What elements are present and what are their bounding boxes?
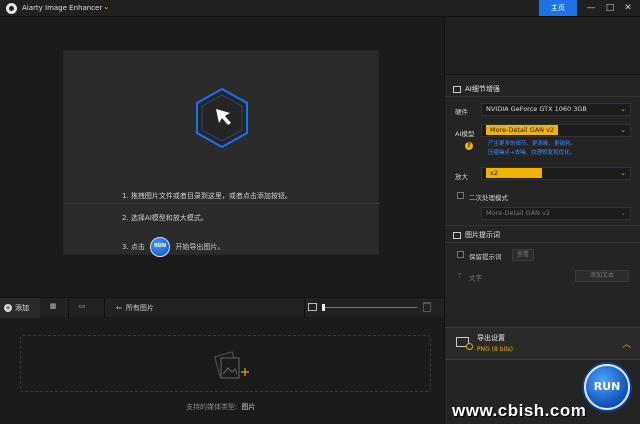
divider xyxy=(304,298,305,318)
divider xyxy=(68,298,69,318)
trash-icon[interactable] xyxy=(423,302,431,312)
chevron-down-icon: ⌄ xyxy=(620,209,626,217)
help-icon[interactable]: ? xyxy=(465,142,473,150)
step-3-prefix: 3. 点击 xyxy=(122,243,145,251)
keep-prompt-label: 保留提示词 xyxy=(469,253,502,261)
supported-media-value: 图片 xyxy=(241,403,256,411)
chevron-down-icon: ⌄ xyxy=(620,169,626,177)
ai-model-select[interactable]: More-Detail GAN v2 ⌄ xyxy=(481,124,631,137)
second-pass-checkbox[interactable] xyxy=(457,192,464,199)
all-images-nav[interactable]: ⇐ 所有图片 xyxy=(116,303,154,313)
view-button[interactable]: 查看 xyxy=(512,249,534,261)
hardware-select[interactable]: NVIDIA GeForce GTX 1060 3GB ⌄ xyxy=(481,103,631,116)
prompt-icon xyxy=(453,231,461,239)
export-title: 导出设置 xyxy=(477,334,505,342)
chevron-down-icon: ⌄ xyxy=(620,105,626,113)
all-images-label: 所有图片 xyxy=(125,304,154,312)
second-pass-select[interactable]: More-Detail GAN v2 ⌄ xyxy=(481,207,631,220)
divider xyxy=(445,242,640,243)
minimize-button[interactable]: — xyxy=(584,1,598,15)
upscale-label: 放大 xyxy=(455,173,468,181)
image-prompt-header: 图片提示词 xyxy=(453,230,500,240)
maximize-button[interactable]: □ xyxy=(603,1,617,15)
filmstrip-view-icon[interactable]: ▭ xyxy=(75,302,89,313)
export-format: PNG (8 bits) xyxy=(477,346,514,353)
divider xyxy=(445,225,640,226)
text-label: 文字 xyxy=(469,274,482,282)
model-description-2: 压缩噪点+去噪、纹理修复和优化。 xyxy=(488,150,576,156)
hardware-value: NVIDIA GeForce GTX 1060 3GB xyxy=(486,105,587,113)
text-icon: ⊤ xyxy=(457,272,463,280)
preview-pane xyxy=(445,17,640,75)
home-button[interactable]: 主页 xyxy=(539,0,577,16)
ai-model-value: More-Detail GAN v2 xyxy=(486,125,559,135)
upscale-select[interactable]: x2 ⌄ xyxy=(481,167,631,180)
divider xyxy=(104,298,105,318)
chevron-up-icon[interactable]: ︿ xyxy=(622,337,631,350)
ai-enhance-icon xyxy=(453,85,461,93)
export-icon xyxy=(456,337,473,350)
close-button[interactable]: ✕ xyxy=(621,1,635,15)
add-image-icon[interactable] xyxy=(209,350,249,382)
hardware-label: 硬件 xyxy=(455,108,468,116)
upscale-value: x2 xyxy=(486,168,542,178)
divider xyxy=(64,203,380,204)
add-text-button[interactable]: 添加文本 xyxy=(575,270,629,282)
ai-enhance-header: AI细节增强 xyxy=(453,84,500,94)
image-prompt-title: 图片提示词 xyxy=(465,231,500,239)
app-title: Aiarty Image Enhancer xyxy=(22,4,103,12)
chevron-down-icon: ⌄ xyxy=(620,126,626,134)
title-bar: Aiarty Image Enhancer ⌄ 主页 — □ ✕ xyxy=(0,0,640,17)
plus-icon: + xyxy=(4,304,12,312)
image-icon xyxy=(308,303,317,311)
step-3-suffix: 开始导出图片。 xyxy=(175,243,225,251)
second-pass-value: More-Detail GAN v2 xyxy=(486,209,551,217)
app-logo-icon xyxy=(6,3,17,14)
add-button-label: 添加 xyxy=(15,304,29,312)
zoom-slider-handle[interactable] xyxy=(322,304,325,311)
run-mini-icon: RUN xyxy=(150,237,171,257)
export-settings[interactable]: 导出设置 PNG (8 bits) ︿ xyxy=(445,327,640,360)
divider xyxy=(445,96,640,97)
keep-prompt-checkbox[interactable] xyxy=(457,251,464,258)
chevron-down-icon[interactable]: ⌄ xyxy=(103,2,110,11)
step-1-text: 1. 拖拽图片文件或者目录到这里，或者点击添加按钮。 xyxy=(122,192,292,200)
model-description-1: 产生更多的细节、更清晰、更锐利。 xyxy=(488,141,577,147)
canvas-area: 1. 拖拽图片文件或者目录到这里，或者点击添加按钮。 2. 选择AI模型和放大模… xyxy=(0,17,444,297)
ai-enhance-title: AI细节增强 xyxy=(465,85,500,93)
second-pass-label: 二次处理模式 xyxy=(469,194,508,202)
grid-view-icon[interactable]: ▦ xyxy=(46,302,60,313)
add-button[interactable]: + 添加 xyxy=(0,298,40,318)
add-cursor-icon[interactable] xyxy=(194,87,250,149)
thumbnail-area: 支持的媒体类型: 图片 xyxy=(0,318,444,424)
supported-media-text: 支持的媒体类型: 图片 xyxy=(186,402,255,412)
bottom-toolbar: + 添加 ▦ ▭ ⇐ 所有图片 xyxy=(0,297,444,318)
back-arrow-icon: ⇐ xyxy=(116,304,122,312)
step-3-text: 3. 点击 RUN 开始导出图片。 xyxy=(122,237,224,257)
step-2-text: 2. 选择AI模型和放大模式。 xyxy=(122,214,208,222)
drop-panel[interactable]: 1. 拖拽图片文件或者目录到这里，或者点击添加按钮。 2. 选择AI模型和放大模… xyxy=(63,50,380,257)
zoom-slider[interactable] xyxy=(322,304,417,311)
run-button[interactable]: RUN xyxy=(584,364,630,410)
supported-media-label: 支持的媒体类型: xyxy=(186,403,238,411)
ai-model-label: AI模型 xyxy=(455,130,475,138)
watermark: www.cbish.com xyxy=(452,401,587,420)
settings-panel: AI细节增强 硬件 NVIDIA GeForce GTX 1060 3GB ⌄ … xyxy=(444,17,640,424)
